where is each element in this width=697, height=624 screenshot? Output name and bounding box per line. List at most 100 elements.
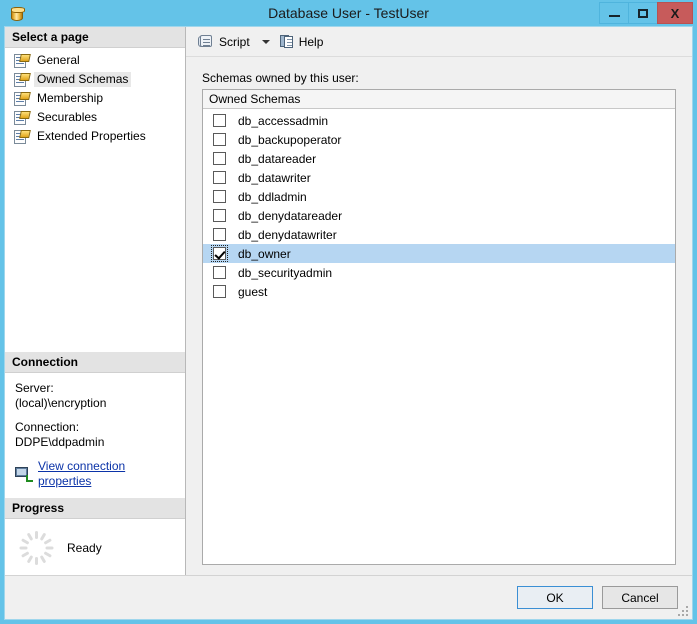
- help-label: Help: [298, 34, 324, 49]
- schema-checkbox[interactable]: [212, 152, 226, 165]
- sidebar-item-label: Membership: [37, 91, 104, 105]
- content-area: Select a page General Owned Schemas Memb…: [5, 27, 692, 575]
- sidebar: Select a page General Owned Schemas Memb…: [5, 27, 186, 575]
- table-row[interactable]: db_accessadmin: [203, 111, 675, 130]
- minimize-icon: [608, 15, 620, 17]
- schema-name-label: db_backupoperator: [238, 132, 342, 147]
- window-title: Database User - TestUser: [268, 5, 429, 21]
- resize-grip[interactable]: [677, 605, 689, 617]
- table-row[interactable]: db_denydatawriter: [203, 225, 675, 244]
- page-icon: [13, 72, 31, 87]
- schema-checkbox[interactable]: [212, 133, 226, 146]
- schemas-field-label: Schemas owned by this user:: [202, 71, 359, 85]
- maximize-button[interactable]: [628, 2, 658, 24]
- sidebar-item-label: General: [37, 53, 80, 67]
- page-icon: [13, 91, 31, 106]
- table-row[interactable]: db_securityadmin: [203, 263, 675, 282]
- server-label: Server:: [15, 381, 54, 395]
- schema-checkbox[interactable]: [212, 171, 226, 184]
- schema-checkbox-cell[interactable]: [209, 169, 229, 186]
- dialog-window: Database User - TestUser X Select a page…: [0, 0, 697, 624]
- schema-checkbox[interactable]: [212, 114, 226, 127]
- schema-name-label: db_denydatawriter: [238, 227, 337, 242]
- cancel-button[interactable]: Cancel: [602, 586, 678, 609]
- sidebar-item-securables[interactable]: Securables: [5, 108, 185, 127]
- sidebar-item-label: Extended Properties: [37, 129, 146, 143]
- grid-column-header: Owned Schemas: [203, 90, 675, 109]
- schema-checkbox-cell[interactable]: [209, 131, 229, 148]
- sidebar-item-label: Securables: [37, 110, 98, 124]
- table-row[interactable]: db_owner: [203, 244, 675, 263]
- minimize-button[interactable]: [599, 2, 629, 24]
- script-icon: [198, 34, 215, 49]
- schema-name-label: db_accessadmin: [238, 113, 329, 128]
- view-connection-properties-row[interactable]: View connection properties: [15, 459, 177, 489]
- schema-checkbox-cell[interactable]: [209, 150, 229, 167]
- schema-name-label: db_ddladmin: [238, 189, 307, 204]
- chevron-down-icon[interactable]: [261, 39, 270, 44]
- toolbar: Script Help: [186, 27, 692, 57]
- schema-checkbox[interactable]: [212, 209, 226, 222]
- table-row[interactable]: db_denydatareader: [203, 206, 675, 225]
- connection-header: Connection: [5, 352, 185, 373]
- progress-status: Ready: [67, 541, 102, 555]
- server-value: (local)\encryption: [15, 396, 107, 410]
- table-row[interactable]: db_backupoperator: [203, 130, 675, 149]
- schema-checkbox-cell[interactable]: [209, 245, 229, 262]
- schema-name-label: db_denydatareader: [238, 208, 343, 223]
- title-bar[interactable]: Database User - TestUser X: [0, 0, 697, 26]
- schema-checkbox-cell[interactable]: [209, 188, 229, 205]
- schema-checkbox[interactable]: [212, 247, 226, 260]
- help-button[interactable]: Help: [276, 31, 328, 53]
- progress-header: Progress: [5, 498, 185, 519]
- grid-row-list: db_accessadmin db_backupoperator db_datare…: [203, 109, 675, 564]
- schema-name-label: db_securityadmin: [238, 265, 333, 280]
- script-button[interactable]: Script: [195, 31, 254, 53]
- sidebar-item-owned-schemas[interactable]: Owned Schemas: [5, 70, 185, 89]
- schema-checkbox-cell[interactable]: [209, 112, 229, 129]
- schema-checkbox-cell[interactable]: [209, 207, 229, 224]
- owned-schemas-grid[interactable]: Owned Schemas db_accessadmin db_backupope…: [202, 89, 676, 565]
- connection-group: Connection: DDPE\ddpadmin: [15, 420, 177, 450]
- dialog-frame: Select a page General Owned Schemas Memb…: [4, 26, 693, 620]
- select-page-header: Select a page: [5, 27, 185, 48]
- progress-spinner-icon: [19, 531, 53, 565]
- sidebar-item-general[interactable]: General: [5, 51, 185, 70]
- table-row[interactable]: guest: [203, 282, 675, 301]
- sidebar-item-label: Owned Schemas: [34, 72, 132, 87]
- server-group: Server: (local)\encryption: [15, 381, 177, 411]
- schema-checkbox[interactable]: [212, 228, 226, 241]
- progress-area: Ready: [5, 519, 185, 575]
- close-button[interactable]: X: [657, 2, 693, 24]
- sidebar-item-membership[interactable]: Membership: [5, 89, 185, 108]
- ok-button[interactable]: OK: [517, 586, 593, 609]
- schema-name-label: db_datareader: [238, 151, 317, 166]
- table-row[interactable]: db_datareader: [203, 149, 675, 168]
- schema-checkbox-cell[interactable]: [209, 226, 229, 243]
- help-icon: [279, 34, 295, 49]
- sidebar-item-extended-properties[interactable]: Extended Properties: [5, 127, 185, 146]
- table-row[interactable]: db_ddladmin: [203, 187, 675, 206]
- page-list: General Owned Schemas Membership Securab…: [5, 48, 185, 146]
- schema-name-label: db_datawriter: [238, 170, 311, 185]
- table-row[interactable]: db_datawriter: [203, 168, 675, 187]
- view-connection-properties-link[interactable]: View connection properties: [38, 459, 177, 489]
- page-icon: [13, 129, 31, 144]
- maximize-icon: [638, 8, 648, 18]
- script-label: Script: [219, 34, 250, 49]
- connection-label: Connection:: [15, 420, 80, 434]
- schema-name-label: guest: [238, 284, 268, 299]
- schema-name-label: db_owner: [238, 246, 291, 261]
- panel-body: Schemas owned by this user: Owned Schema…: [186, 57, 692, 575]
- dialog-footer: OK Cancel: [5, 575, 692, 619]
- schema-checkbox[interactable]: [212, 285, 226, 298]
- window-controls: X: [599, 2, 693, 24]
- main-panel: Script Help Schemas owned by this user: …: [186, 27, 692, 575]
- schema-checkbox[interactable]: [212, 266, 226, 279]
- connection-details: Server: (local)\encryption Connection: D…: [5, 373, 185, 498]
- schema-checkbox[interactable]: [212, 190, 226, 203]
- schema-checkbox-cell[interactable]: [209, 264, 229, 281]
- connection-icon: [15, 466, 33, 482]
- schema-checkbox-cell[interactable]: [209, 283, 229, 300]
